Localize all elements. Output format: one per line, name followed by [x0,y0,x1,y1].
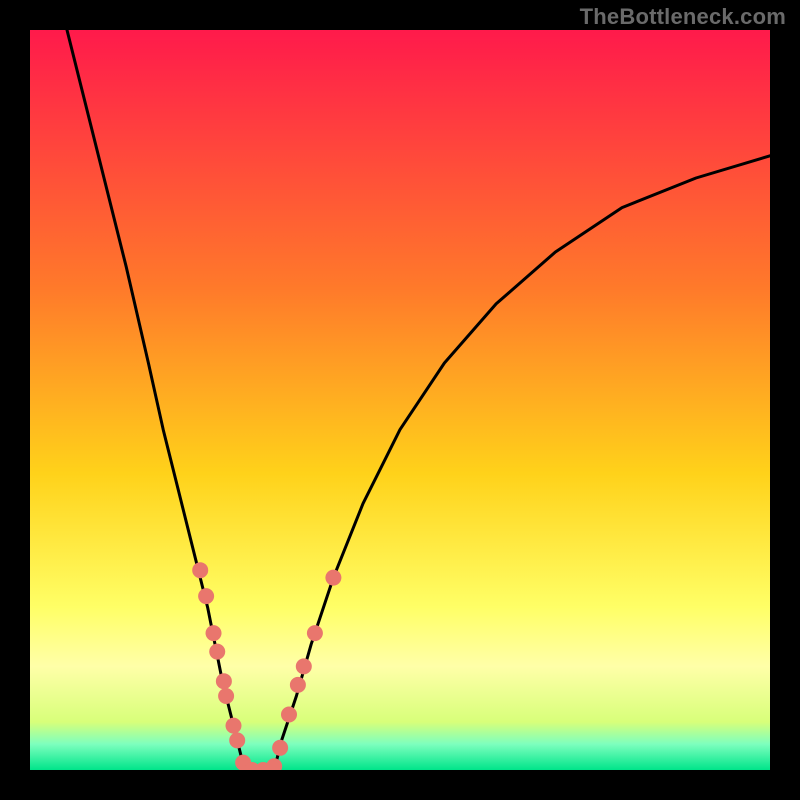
watermark-text: TheBottleneck.com [580,4,786,30]
scatter-dot [296,658,312,674]
scatter-dot [209,644,225,660]
scatter-dot [226,718,242,734]
scatter-dot [281,707,297,723]
scatter-dot [206,625,222,641]
plot-area [30,30,770,770]
scatter-dot [218,688,234,704]
chart-frame: TheBottleneck.com [0,0,800,800]
scatter-dot [290,677,306,693]
chart-svg [30,30,770,770]
scatter-dot [307,625,323,641]
scatter-dot [216,673,232,689]
scatter-dot [192,562,208,578]
scatter-dot [325,570,341,586]
scatter-dot [272,740,288,756]
scatter-dot [198,588,214,604]
gradient-background [30,30,770,770]
scatter-dot [229,732,245,748]
